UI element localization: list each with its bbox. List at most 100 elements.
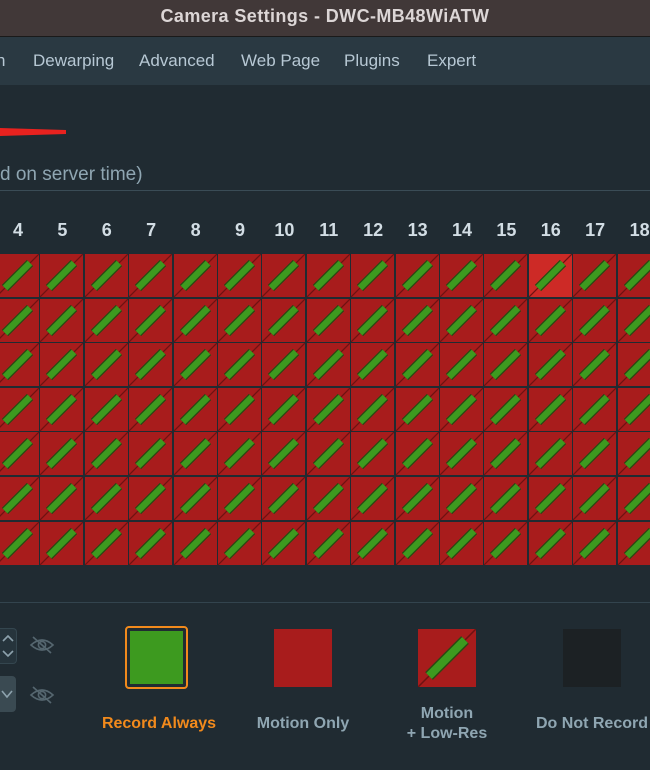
schedule-cell[interactable] — [528, 254, 572, 297]
schedule-cell[interactable] — [395, 477, 439, 520]
schedule-cell[interactable] — [218, 254, 261, 297]
schedule-cell[interactable] — [173, 387, 217, 431]
schedule-cell[interactable] — [40, 298, 84, 342]
schedule-cell[interactable] — [484, 298, 528, 342]
do-not-record-swatch[interactable] — [563, 629, 621, 687]
schedule-cell[interactable] — [440, 343, 483, 387]
hour-label-12[interactable]: 12 — [351, 220, 395, 241]
schedule-cell[interactable] — [40, 254, 84, 297]
schedule-cell[interactable] — [484, 343, 528, 387]
schedule-cell[interactable] — [0, 477, 39, 520]
schedule-cell[interactable] — [440, 432, 483, 476]
schedule-cell[interactable] — [0, 298, 39, 342]
schedule-cell[interactable] — [129, 432, 173, 476]
hour-label-9[interactable]: 9 — [218, 220, 262, 241]
schedule-cell[interactable] — [617, 387, 650, 431]
schedule-cell[interactable] — [218, 387, 261, 431]
schedule-cell[interactable] — [351, 298, 395, 342]
schedule-cell[interactable] — [129, 343, 173, 387]
schedule-cell[interactable] — [40, 432, 84, 476]
schedule-cell[interactable] — [351, 387, 395, 431]
schedule-cell[interactable] — [0, 432, 39, 476]
hour-label-10[interactable]: 10 — [262, 220, 306, 241]
schedule-cell[interactable] — [129, 254, 173, 297]
schedule-cell[interactable] — [528, 521, 572, 565]
schedule-cell[interactable] — [218, 477, 261, 520]
schedule-cell[interactable] — [262, 343, 306, 387]
schedule-cell[interactable] — [218, 343, 261, 387]
motion-only-label[interactable]: Motion Only — [238, 714, 368, 734]
schedule-cell[interactable] — [351, 254, 395, 297]
schedule-cell[interactable] — [84, 343, 128, 387]
schedule-cell[interactable] — [306, 343, 350, 387]
schedule-cell[interactable] — [84, 254, 128, 297]
schedule-cell[interactable] — [484, 432, 528, 476]
schedule-cell[interactable] — [129, 387, 173, 431]
schedule-cell[interactable] — [351, 477, 395, 520]
schedule-cell[interactable] — [84, 387, 128, 431]
record-always-swatch[interactable] — [130, 631, 183, 684]
schedule-cell[interactable] — [528, 387, 572, 431]
schedule-cell[interactable] — [262, 387, 306, 431]
schedule-grid[interactable] — [0, 254, 650, 566]
record-always-swatch-frame[interactable] — [125, 626, 188, 689]
schedule-cell[interactable] — [440, 387, 483, 431]
schedule-cell[interactable] — [617, 343, 650, 387]
record-always-label[interactable]: Record Always — [94, 714, 224, 734]
schedule-cell[interactable] — [218, 521, 261, 565]
schedule-cell[interactable] — [129, 298, 173, 342]
schedule-cell[interactable] — [40, 477, 84, 520]
motion-only-swatch[interactable] — [274, 629, 332, 687]
motion-low-res-swatch[interactable] — [417, 628, 477, 688]
schedule-cell[interactable] — [617, 432, 650, 476]
schedule-cell[interactable] — [351, 521, 395, 565]
do-not-record-label[interactable]: Do Not Record — [527, 714, 650, 734]
quality-slider-track[interactable] — [0, 128, 66, 136]
schedule-cell[interactable] — [395, 387, 439, 431]
schedule-cell[interactable] — [395, 432, 439, 476]
schedule-cell[interactable] — [262, 298, 306, 342]
schedule-cell[interactable] — [484, 521, 528, 565]
schedule-cell[interactable] — [573, 298, 617, 342]
hour-label-16[interactable]: 16 — [529, 220, 573, 241]
schedule-cell[interactable] — [0, 521, 39, 565]
schedule-cell[interactable] — [306, 254, 350, 297]
schedule-cell[interactable] — [262, 432, 306, 476]
schedule-cell[interactable] — [617, 298, 650, 342]
schedule-cell[interactable] — [84, 298, 128, 342]
schedule-cell[interactable] — [306, 387, 350, 431]
tab-plugins[interactable]: Plugins — [344, 51, 400, 71]
schedule-cell[interactable] — [306, 432, 350, 476]
schedule-cell[interactable] — [173, 521, 217, 565]
tab-web-page[interactable]: Web Page — [241, 51, 320, 71]
tab-advanced[interactable]: Advanced — [139, 51, 215, 71]
hour-label-4[interactable]: 4 — [0, 220, 40, 241]
schedule-cell[interactable] — [351, 343, 395, 387]
schedule-cell[interactable] — [440, 298, 483, 342]
schedule-cell[interactable] — [395, 298, 439, 342]
schedule-cell[interactable] — [0, 387, 39, 431]
schedule-cell[interactable] — [129, 477, 173, 520]
schedule-cell[interactable] — [84, 432, 128, 476]
schedule-cell[interactable] — [0, 343, 39, 387]
schedule-cell[interactable] — [173, 298, 217, 342]
schedule-cell[interactable] — [573, 432, 617, 476]
schedule-cell[interactable] — [528, 298, 572, 342]
hour-label-8[interactable]: 8 — [174, 220, 218, 241]
schedule-cell[interactable] — [306, 521, 350, 565]
schedule-cell[interactable] — [440, 521, 483, 565]
schedule-cell[interactable] — [573, 387, 617, 431]
tab-partial[interactable]: n — [0, 51, 5, 71]
schedule-cell[interactable] — [306, 298, 350, 342]
eye-slash-icon[interactable] — [28, 634, 56, 656]
fps-spinbox[interactable] — [0, 628, 17, 664]
schedule-cell[interactable] — [84, 521, 128, 565]
schedule-cell[interactable] — [262, 254, 306, 297]
schedule-cell[interactable] — [173, 254, 217, 297]
hour-label-18[interactable]: 18 — [618, 220, 650, 241]
schedule-cell[interactable] — [573, 477, 617, 520]
hour-label-7[interactable]: 7 — [129, 220, 173, 241]
hour-label-6[interactable]: 6 — [85, 220, 129, 241]
schedule-cell[interactable] — [440, 254, 483, 297]
schedule-cell[interactable] — [617, 477, 650, 520]
